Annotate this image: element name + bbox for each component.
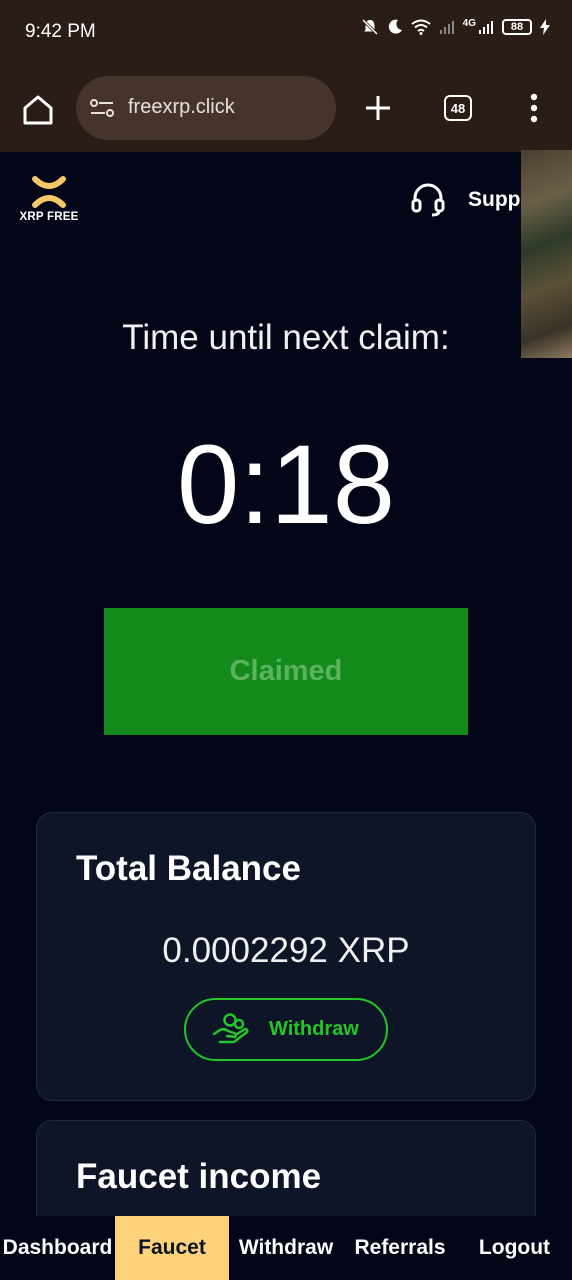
bottom-nav: Dashboard Faucet Withdraw Referrals Logo…: [0, 1216, 572, 1280]
battery-level: 88: [510, 21, 524, 33]
nav-label: Referrals: [354, 1236, 446, 1259]
nav-referrals[interactable]: Referrals: [343, 1216, 457, 1280]
nav-withdraw[interactable]: Withdraw: [229, 1216, 343, 1280]
signal-weak-icon: [439, 21, 454, 34]
nav-faucet[interactable]: Faucet: [115, 1216, 229, 1280]
wifi-icon: [411, 19, 431, 35]
status-time: 9:42 PM: [25, 21, 96, 42]
withdraw-button[interactable]: Withdraw: [184, 998, 388, 1061]
nav-label: Faucet: [138, 1236, 206, 1259]
claim-countdown-label: Time until next claim:: [122, 318, 450, 357]
nav-dashboard[interactable]: Dashboard: [0, 1216, 115, 1280]
more-vert-icon[interactable]: [524, 90, 544, 126]
balance-value: 0.0002292 XRP: [162, 931, 410, 970]
status-bar: 9:42 PM 4G 88: [0, 0, 572, 62]
site-settings-icon[interactable]: [89, 97, 115, 119]
claim-button[interactable]: Claimed: [104, 608, 468, 735]
bell-muted-icon: [361, 18, 378, 36]
plus-icon[interactable]: [362, 92, 394, 124]
xrp-logo-icon: [32, 176, 66, 208]
faucet-income-title: Faucet income: [76, 1157, 322, 1196]
home-icon[interactable]: [20, 92, 56, 128]
logo-text: XRP FREE: [19, 211, 79, 223]
tab-switcher-button[interactable]: 48: [444, 95, 472, 121]
status-icons: 4G 88: [361, 18, 550, 36]
tab-count: 48: [450, 100, 466, 116]
withdraw-label: Withdraw: [269, 1018, 359, 1040]
balance-title: Total Balance: [76, 849, 301, 888]
nav-label: Dashboard: [2, 1236, 113, 1259]
url-text: freexrp.click: [128, 96, 235, 118]
balance-card: Total Balance 0.0002292 XRP Withdraw: [36, 812, 536, 1101]
headset-icon: [411, 183, 445, 217]
moon-icon: [388, 19, 402, 34]
nav-label: Logout: [478, 1236, 551, 1259]
browser-toolbar: freexrp.click 48: [0, 62, 572, 152]
signal-icon: [479, 21, 493, 34]
address-bar[interactable]: freexrp.click: [76, 76, 336, 140]
battery-icon: 88: [502, 19, 532, 35]
hand-coin-icon: [212, 1013, 249, 1044]
nav-label: Withdraw: [238, 1236, 334, 1259]
network-type: 4G: [462, 17, 476, 29]
claim-countdown-timer: 0:18: [177, 422, 395, 547]
nav-logout[interactable]: Logout: [457, 1216, 572, 1280]
site-logo[interactable]: XRP FREE: [14, 176, 84, 223]
charging-icon: [540, 19, 550, 35]
